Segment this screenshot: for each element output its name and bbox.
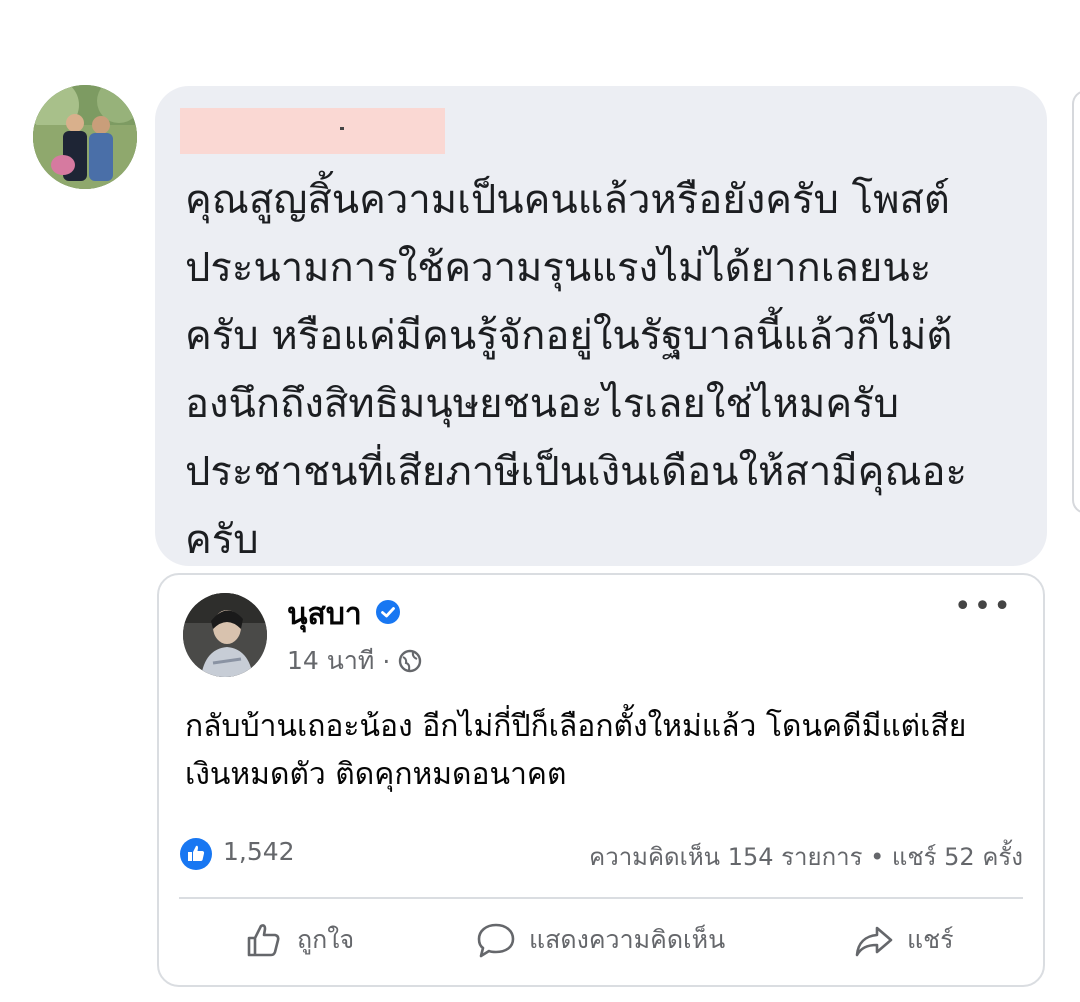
thumbs-up-icon xyxy=(247,924,280,957)
verified-badge-icon xyxy=(376,600,400,624)
comments-shares-count[interactable]: ความคิดเห็น 154 รายการ • แชร์ 52 ครั้ง xyxy=(589,837,1023,876)
comment-button[interactable]: แสดงความคิดเห็น xyxy=(475,920,725,960)
actions-divider xyxy=(179,897,1023,899)
meta-separator: · xyxy=(382,646,391,676)
post-text: กลับบ้านเถอะน้อง อีกไม่กี่ปีก็เลือกตั้งใ… xyxy=(185,709,967,792)
like-count[interactable]: 1,542 xyxy=(223,837,295,866)
share-arrow-icon xyxy=(855,926,893,957)
commenter-avatar-image xyxy=(33,85,137,189)
post-author-avatar[interactable] xyxy=(183,593,267,677)
comment-text: คุณสูญสิ้นความเป็นคนแล้วหรือยังครับ โพสต… xyxy=(185,177,968,563)
comment-bubble-icon xyxy=(477,923,515,958)
post-time[interactable]: 14 นาที xyxy=(287,641,374,681)
redaction-mark xyxy=(340,127,344,130)
like-badge-icon xyxy=(180,838,212,870)
share-button[interactable]: แชร์ xyxy=(853,920,954,960)
share-button-label: แชร์ xyxy=(907,925,954,954)
adjacent-panel-edge xyxy=(1072,90,1080,514)
post-stats-row: 1,542 ความคิดเห็น 154 รายการ • แชร์ 52 ค… xyxy=(179,833,1023,873)
post-author-avatar-image xyxy=(183,593,267,677)
like-button-label: ถูกใจ xyxy=(297,925,355,954)
more-options-icon[interactable]: ••• xyxy=(954,592,1013,622)
shared-post-card[interactable]: นุสบา ••• 14 นาที · กลับบ้านเถอะน้อง อีก… xyxy=(157,573,1045,987)
redacted-commenter-name xyxy=(180,108,445,154)
comment-button-label: แสดงความคิดเห็น xyxy=(529,925,726,954)
comment-bubble: คุณสูญสิ้นความเป็นคนแล้วหรือยังครับ โพสต… xyxy=(155,86,1047,566)
like-button[interactable]: ถูกใจ xyxy=(243,920,354,960)
commenter-avatar[interactable] xyxy=(33,85,137,189)
globe-icon xyxy=(399,649,422,673)
post-author-name[interactable]: นุสบา xyxy=(287,591,362,638)
post-meta: 14 นาที · xyxy=(287,641,422,681)
